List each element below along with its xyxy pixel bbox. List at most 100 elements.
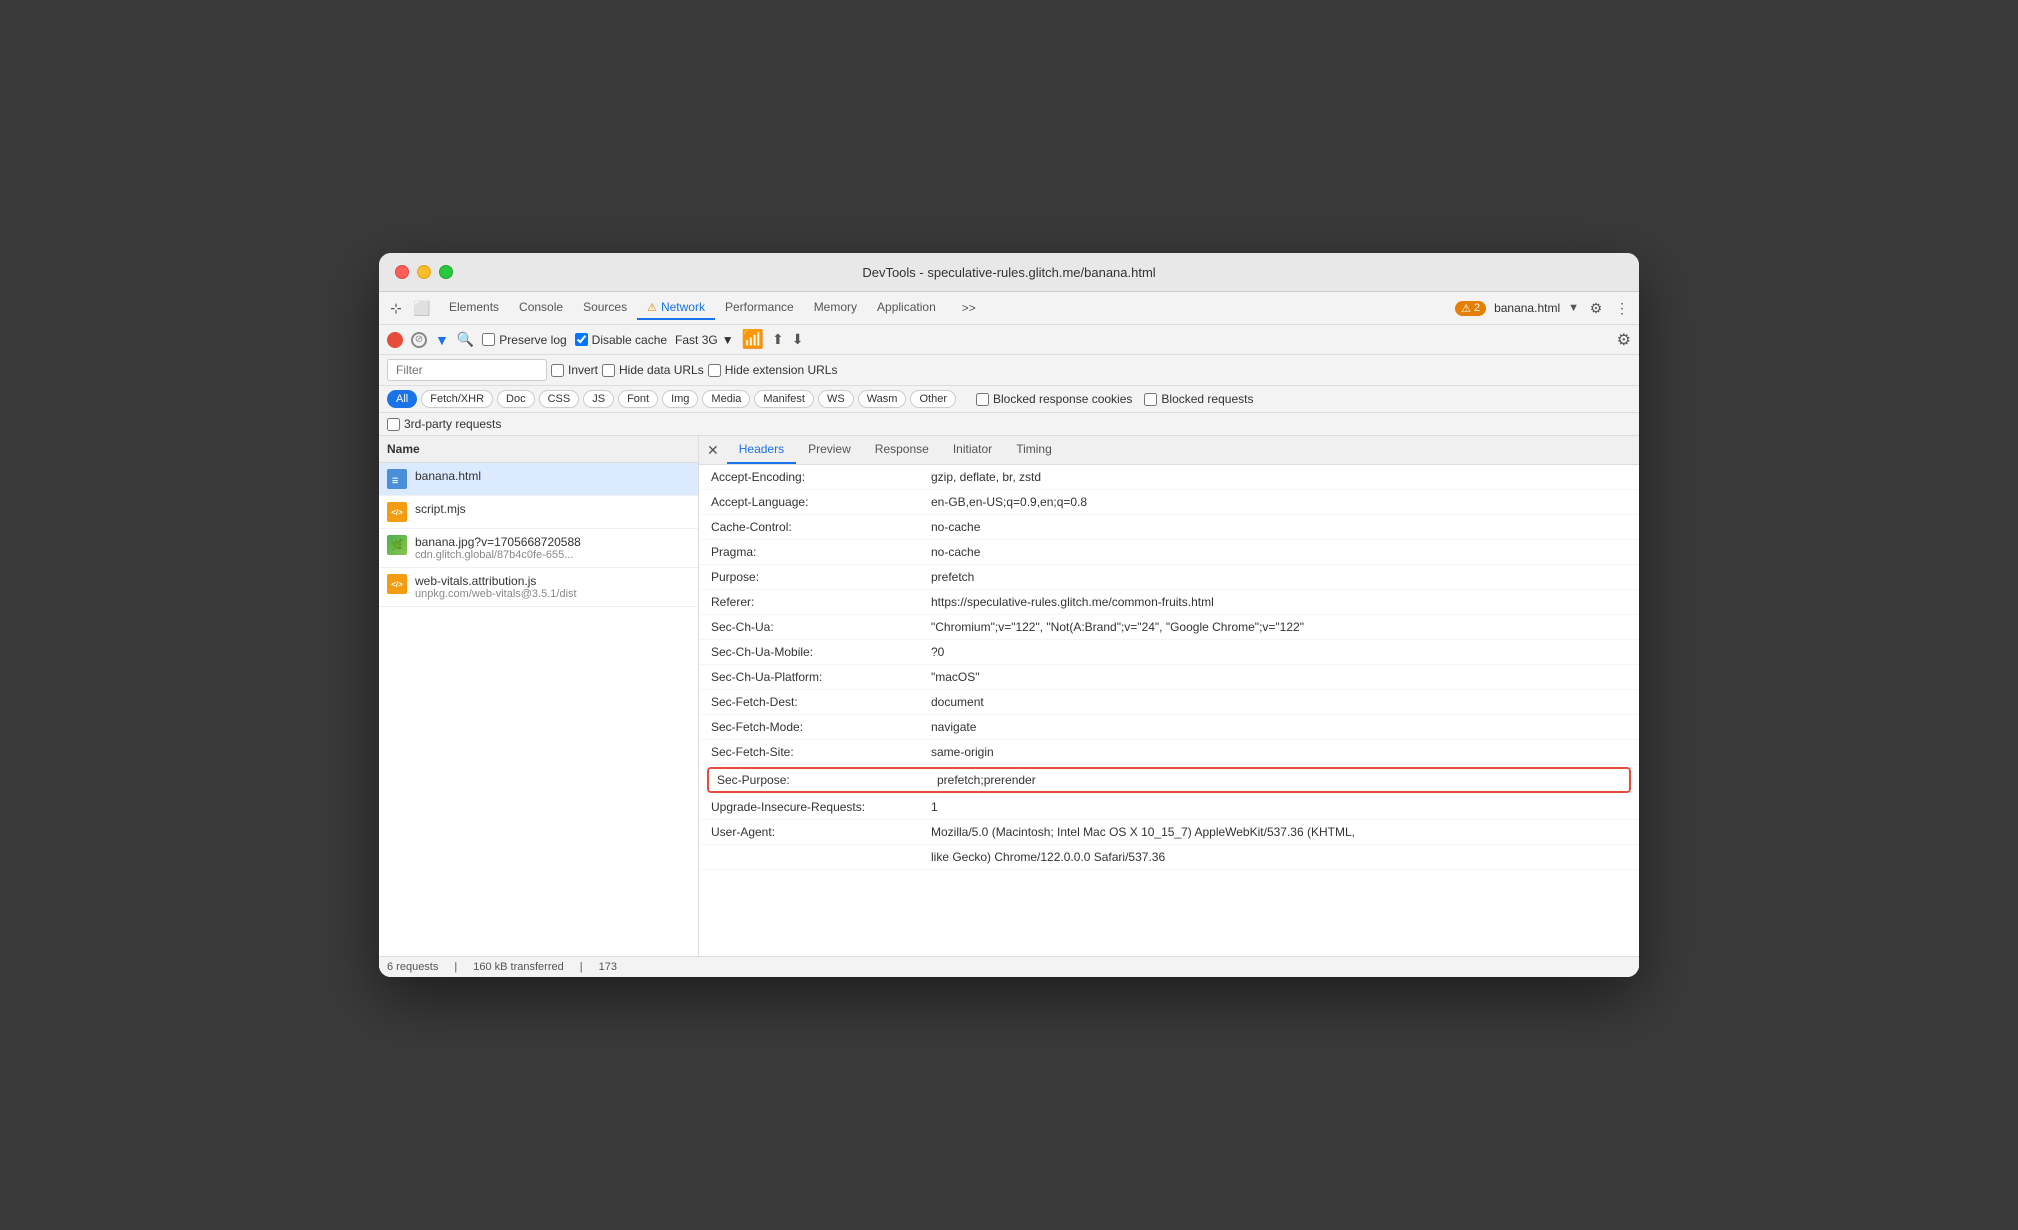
more-tabs-button[interactable]: >> — [954, 297, 984, 319]
preserve-log-label[interactable]: Preserve log — [482, 333, 566, 347]
upload-icon[interactable]: ⬆ — [772, 331, 784, 348]
filter-manifest[interactable]: Manifest — [754, 390, 814, 408]
toolbar-right: ⚠ 2 banana.html ▼ ⚙ ⋮ — [1455, 299, 1631, 317]
header-value: document — [931, 695, 984, 709]
third-party-text: 3rd-party requests — [404, 417, 501, 431]
header-value: prefetch;prerender — [937, 773, 1036, 787]
hide-data-urls-text: Hide data URLs — [619, 363, 704, 377]
filter-font[interactable]: Font — [618, 390, 658, 408]
inspect-icon[interactable]: ⊹ — [387, 299, 405, 317]
disable-cache-label[interactable]: Disable cache — [575, 333, 667, 347]
minimize-button[interactable] — [417, 265, 431, 279]
list-item[interactable]: ☰ banana.html — [379, 463, 698, 496]
right-panel: ✕ Headers Preview Response Initiator Tim… — [699, 436, 1639, 956]
invert-text: Invert — [568, 363, 598, 377]
page-selector[interactable]: banana.html — [1494, 301, 1560, 315]
file-name: banana.html — [415, 469, 481, 483]
sec-purpose-header-row: Sec-Purpose: prefetch;prerender — [707, 767, 1631, 793]
page-selector-arrow[interactable]: ▼ — [1568, 302, 1579, 314]
throttle-arrow: ▼ — [722, 333, 734, 347]
header-row: Sec-Fetch-Site: same-origin — [699, 740, 1639, 765]
list-item[interactable]: 🌿 banana.jpg?v=1705668720588 cdn.glitch.… — [379, 529, 698, 568]
panel-tabs: ✕ Headers Preview Response Initiator Tim… — [699, 436, 1639, 465]
more-options-icon[interactable]: ⋮ — [1613, 299, 1631, 317]
device-icon[interactable]: ⬜ — [413, 299, 431, 317]
filter-ws[interactable]: WS — [818, 390, 854, 408]
title-bar: DevTools - speculative-rules.glitch.me/b… — [379, 253, 1639, 292]
header-name: Sec-Ch-Ua-Mobile: — [711, 645, 931, 659]
settings-icon[interactable]: ⚙ — [1587, 299, 1605, 317]
tab-memory[interactable]: Memory — [804, 296, 867, 320]
tab-network[interactable]: ⚠ Network — [637, 296, 715, 320]
header-name: Accept-Language: — [711, 495, 931, 509]
invert-label[interactable]: Invert — [551, 363, 598, 377]
network-controls: ⊘ ▼ 🔍 Preserve log Disable cache Fast 3G… — [379, 325, 1639, 355]
main-content: Name ☰ banana.html — [379, 436, 1639, 956]
header-row: Pragma: no-cache — [699, 540, 1639, 565]
invert-checkbox[interactable] — [551, 364, 564, 377]
filter-media[interactable]: Media — [702, 390, 750, 408]
filter-all[interactable]: All — [387, 390, 417, 408]
clear-button[interactable]: ⊘ — [411, 332, 427, 348]
disable-cache-checkbox[interactable] — [575, 333, 588, 346]
blocked-response-cookies-checkbox[interactable] — [976, 393, 989, 406]
tab-sources[interactable]: Sources — [573, 296, 637, 320]
header-value: same-origin — [931, 745, 994, 759]
hide-data-urls-checkbox[interactable] — [602, 364, 615, 377]
blocked-requests-checkbox[interactable] — [1144, 393, 1157, 406]
tab-console[interactable]: Console — [509, 296, 573, 320]
hide-extension-urls-checkbox[interactable] — [708, 364, 721, 377]
panel-close-button[interactable]: ✕ — [707, 442, 719, 459]
header-name: Sec-Purpose: — [717, 773, 937, 787]
list-item[interactable]: </> script.mjs — [379, 496, 698, 529]
file-info: web-vitals.attribution.js unpkg.com/web-… — [415, 574, 577, 600]
header-value: gzip, deflate, br, zstd — [931, 470, 1041, 484]
header-row: Referer: https://speculative-rules.glitc… — [699, 590, 1639, 615]
preserve-log-checkbox[interactable] — [482, 333, 495, 346]
header-name: Sec-Fetch-Mode: — [711, 720, 931, 734]
header-row: Accept-Encoding: gzip, deflate, br, zstd — [699, 465, 1639, 490]
transferred-size: 160 kB transferred — [473, 961, 564, 973]
list-item[interactable]: </> web-vitals.attribution.js unpkg.com/… — [379, 568, 698, 607]
tab-performance[interactable]: Performance — [715, 296, 804, 320]
filter-icon[interactable]: ▼ — [435, 332, 449, 348]
filter-js[interactable]: JS — [583, 390, 614, 408]
wifi-icon[interactable]: 📶 — [742, 329, 764, 350]
maximize-button[interactable] — [439, 265, 453, 279]
js-file-icon: </> — [387, 502, 407, 522]
filter-input[interactable] — [387, 359, 547, 381]
filter-other[interactable]: Other — [910, 390, 956, 408]
tab-timing[interactable]: Timing — [1004, 436, 1064, 464]
hide-extension-urls-label[interactable]: Hide extension URLs — [708, 363, 838, 377]
status-divider: | — [454, 961, 457, 973]
search-icon[interactable]: 🔍 — [457, 331, 474, 348]
tab-response[interactable]: Response — [863, 436, 941, 464]
tab-headers[interactable]: Headers — [727, 436, 796, 464]
close-button[interactable] — [395, 265, 409, 279]
third-party-checkbox[interactable] — [387, 418, 400, 431]
tab-application[interactable]: Application — [867, 296, 946, 320]
record-button[interactable] — [387, 332, 403, 348]
badge-count: 2 — [1474, 302, 1480, 314]
img-file-icon: 🌿 — [387, 535, 407, 555]
headers-content: Accept-Encoding: gzip, deflate, br, zstd… — [699, 465, 1639, 956]
filter-css[interactable]: CSS — [539, 390, 580, 408]
warning-badge[interactable]: ⚠ 2 — [1455, 301, 1486, 316]
header-name: Pragma: — [711, 545, 931, 559]
filter-fetch-xhr[interactable]: Fetch/XHR — [421, 390, 493, 408]
tab-initiator[interactable]: Initiator — [941, 436, 1004, 464]
blocked-requests-label[interactable]: Blocked requests — [1144, 392, 1253, 406]
network-settings-icon[interactable]: ⚙ — [1617, 330, 1631, 350]
hide-data-urls-label[interactable]: Hide data URLs — [602, 363, 704, 377]
filter-doc[interactable]: Doc — [497, 390, 535, 408]
filter-wasm[interactable]: Wasm — [858, 390, 907, 408]
disable-cache-text: Disable cache — [592, 333, 667, 347]
third-party-label[interactable]: 3rd-party requests — [387, 417, 501, 431]
tab-preview[interactable]: Preview — [796, 436, 863, 464]
throttle-selector[interactable]: Fast 3G ▼ — [675, 333, 734, 347]
tab-elements[interactable]: Elements — [439, 296, 509, 320]
header-row: Purpose: prefetch — [699, 565, 1639, 590]
filter-img[interactable]: Img — [662, 390, 698, 408]
blocked-response-cookies-label[interactable]: Blocked response cookies — [976, 392, 1132, 406]
download-icon[interactable]: ⬇ — [792, 331, 804, 348]
